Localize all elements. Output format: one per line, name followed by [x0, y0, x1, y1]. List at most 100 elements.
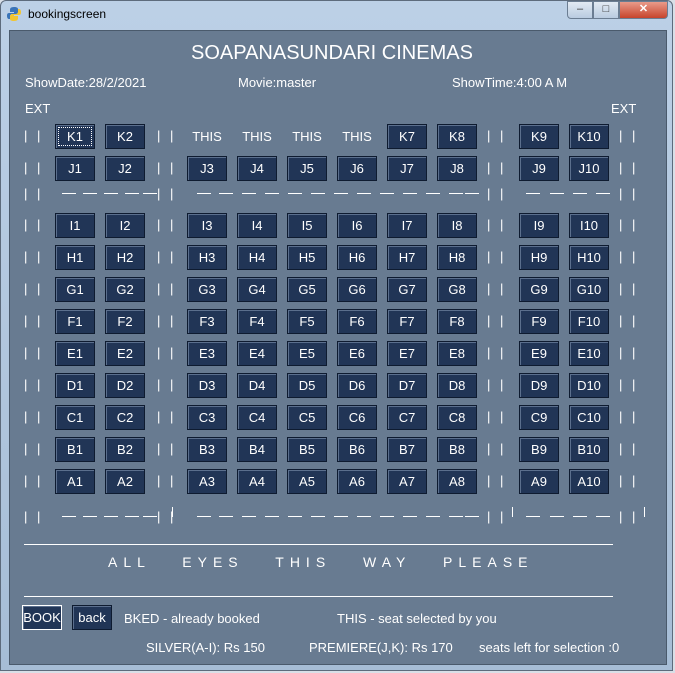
- seat-k8[interactable]: K8: [437, 124, 477, 149]
- seat-e8[interactable]: E8: [437, 341, 477, 366]
- seat-h5[interactable]: H5: [287, 245, 327, 270]
- seat-c9[interactable]: C9: [519, 405, 559, 430]
- seat-f9[interactable]: F9: [519, 309, 559, 334]
- seat-g6[interactable]: G6: [337, 277, 377, 302]
- seat-c3[interactable]: C3: [187, 405, 227, 430]
- seat-h2[interactable]: H2: [105, 245, 145, 270]
- seat-e1[interactable]: E1: [55, 341, 95, 366]
- seat-f5[interactable]: F5: [287, 309, 327, 334]
- seat-e9[interactable]: E9: [519, 341, 559, 366]
- seat-h1[interactable]: H1: [55, 245, 95, 270]
- seat-b4[interactable]: B4: [237, 437, 277, 462]
- seat-i3[interactable]: I3: [187, 213, 227, 238]
- seat-i9[interactable]: I9: [519, 213, 559, 238]
- seat-e3[interactable]: E3: [187, 341, 227, 366]
- seat-j6[interactable]: J6: [337, 156, 377, 181]
- seat-k2[interactable]: K2: [105, 124, 145, 149]
- seat-f4[interactable]: F4: [237, 309, 277, 334]
- seat-d1[interactable]: D1: [55, 373, 95, 398]
- seat-h6[interactable]: H6: [337, 245, 377, 270]
- seat-h7[interactable]: H7: [387, 245, 427, 270]
- seat-g2[interactable]: G2: [105, 277, 145, 302]
- seat-j1[interactable]: J1: [55, 156, 95, 181]
- seat-g5[interactable]: G5: [287, 277, 327, 302]
- seat-f7[interactable]: F7: [387, 309, 427, 334]
- seat-i4[interactable]: I4: [237, 213, 277, 238]
- title-bar[interactable]: bookingscreen – □ ✕: [1, 1, 674, 27]
- seat-d4[interactable]: D4: [237, 373, 277, 398]
- seat-d2[interactable]: D2: [105, 373, 145, 398]
- seat-g3[interactable]: G3: [187, 277, 227, 302]
- seat-c4[interactable]: C4: [237, 405, 277, 430]
- seat-e7[interactable]: E7: [387, 341, 427, 366]
- seat-d5[interactable]: D5: [287, 373, 327, 398]
- seat-d6[interactable]: D6: [337, 373, 377, 398]
- seat-i6[interactable]: I6: [337, 213, 377, 238]
- seat-e4[interactable]: E4: [237, 341, 277, 366]
- seat-selected-0-4[interactable]: THIS: [287, 124, 327, 149]
- seat-j5[interactable]: J5: [287, 156, 327, 181]
- seat-h8[interactable]: H8: [437, 245, 477, 270]
- seat-c1[interactable]: C1: [55, 405, 95, 430]
- seat-d8[interactable]: D8: [437, 373, 477, 398]
- seat-c10[interactable]: C10: [569, 405, 609, 430]
- seat-j10[interactable]: J10: [569, 156, 609, 181]
- seat-b9[interactable]: B9: [519, 437, 559, 462]
- minimize-button[interactable]: –: [567, 1, 593, 19]
- seat-a6[interactable]: A6: [337, 469, 377, 494]
- seat-e10[interactable]: E10: [569, 341, 609, 366]
- maximize-button[interactable]: □: [593, 1, 619, 19]
- seat-j8[interactable]: J8: [437, 156, 477, 181]
- seat-e6[interactable]: E6: [337, 341, 377, 366]
- seat-i10[interactable]: I10: [569, 213, 609, 238]
- seat-e2[interactable]: E2: [105, 341, 145, 366]
- seat-d7[interactable]: D7: [387, 373, 427, 398]
- seat-selected-0-2[interactable]: THIS: [187, 124, 227, 149]
- seat-g1[interactable]: G1: [55, 277, 95, 302]
- seat-j4[interactable]: J4: [237, 156, 277, 181]
- seat-b6[interactable]: B6: [337, 437, 377, 462]
- seat-i8[interactable]: I8: [437, 213, 477, 238]
- seat-f6[interactable]: F6: [337, 309, 377, 334]
- seat-a7[interactable]: A7: [387, 469, 427, 494]
- seat-a1[interactable]: A1: [55, 469, 95, 494]
- seat-j9[interactable]: J9: [519, 156, 559, 181]
- close-button[interactable]: ✕: [619, 1, 668, 19]
- seat-f1[interactable]: F1: [55, 309, 95, 334]
- seat-a5[interactable]: A5: [287, 469, 327, 494]
- seat-g9[interactable]: G9: [519, 277, 559, 302]
- seat-e5[interactable]: E5: [287, 341, 327, 366]
- seat-k7[interactable]: K7: [387, 124, 427, 149]
- seat-g7[interactable]: G7: [387, 277, 427, 302]
- seat-k9[interactable]: K9: [519, 124, 559, 149]
- seat-g10[interactable]: G10: [569, 277, 609, 302]
- seat-a10[interactable]: A10: [569, 469, 609, 494]
- back-button[interactable]: back: [72, 605, 112, 630]
- seat-a3[interactable]: A3: [187, 469, 227, 494]
- seat-i1[interactable]: I1: [55, 213, 95, 238]
- seat-f3[interactable]: F3: [187, 309, 227, 334]
- seat-h4[interactable]: H4: [237, 245, 277, 270]
- seat-h3[interactable]: H3: [187, 245, 227, 270]
- book-button[interactable]: BOOK: [22, 605, 62, 630]
- seat-a8[interactable]: A8: [437, 469, 477, 494]
- seat-i7[interactable]: I7: [387, 213, 427, 238]
- seat-c7[interactable]: C7: [387, 405, 427, 430]
- seat-c2[interactable]: C2: [105, 405, 145, 430]
- seat-d9[interactable]: D9: [519, 373, 559, 398]
- seat-b1[interactable]: B1: [55, 437, 95, 462]
- seat-k1[interactable]: K1: [55, 124, 95, 149]
- seat-d10[interactable]: D10: [569, 373, 609, 398]
- seat-i2[interactable]: I2: [105, 213, 145, 238]
- seat-b3[interactable]: B3: [187, 437, 227, 462]
- seat-a4[interactable]: A4: [237, 469, 277, 494]
- seat-g4[interactable]: G4: [237, 277, 277, 302]
- seat-c8[interactable]: C8: [437, 405, 477, 430]
- seat-b2[interactable]: B2: [105, 437, 145, 462]
- seat-selected-0-3[interactable]: THIS: [237, 124, 277, 149]
- seat-c6[interactable]: C6: [337, 405, 377, 430]
- seat-d3[interactable]: D3: [187, 373, 227, 398]
- seat-c5[interactable]: C5: [287, 405, 327, 430]
- seat-f10[interactable]: F10: [569, 309, 609, 334]
- seat-b7[interactable]: B7: [387, 437, 427, 462]
